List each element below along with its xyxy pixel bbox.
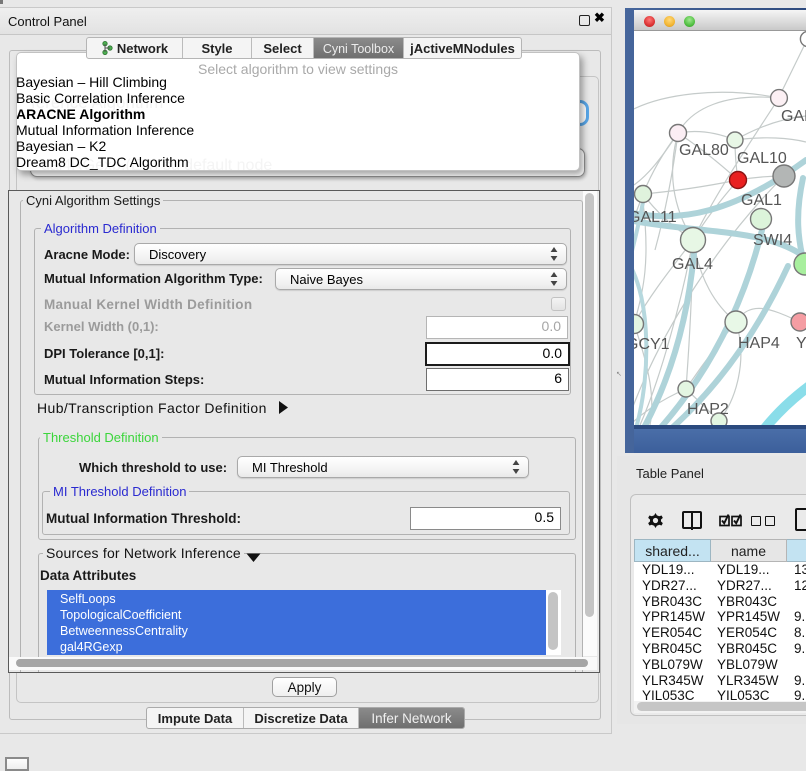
svg-text:GAL7: GAL7	[781, 108, 806, 125]
svg-text:GAL11: GAL11	[634, 209, 677, 226]
svg-text:SWI4: SWI4	[753, 232, 792, 249]
svg-text:HAP2: HAP2	[687, 401, 729, 418]
svg-text:GCY1: GCY1	[634, 336, 670, 353]
svg-text:Y: Y	[796, 335, 806, 352]
svg-text:GAL4: GAL4	[672, 256, 713, 273]
svg-text:HAP4: HAP4	[738, 335, 780, 352]
svg-text:GAL1: GAL1	[741, 192, 782, 209]
svg-text:GAL10: GAL10	[737, 150, 787, 167]
svg-text:GAL80: GAL80	[679, 142, 729, 159]
